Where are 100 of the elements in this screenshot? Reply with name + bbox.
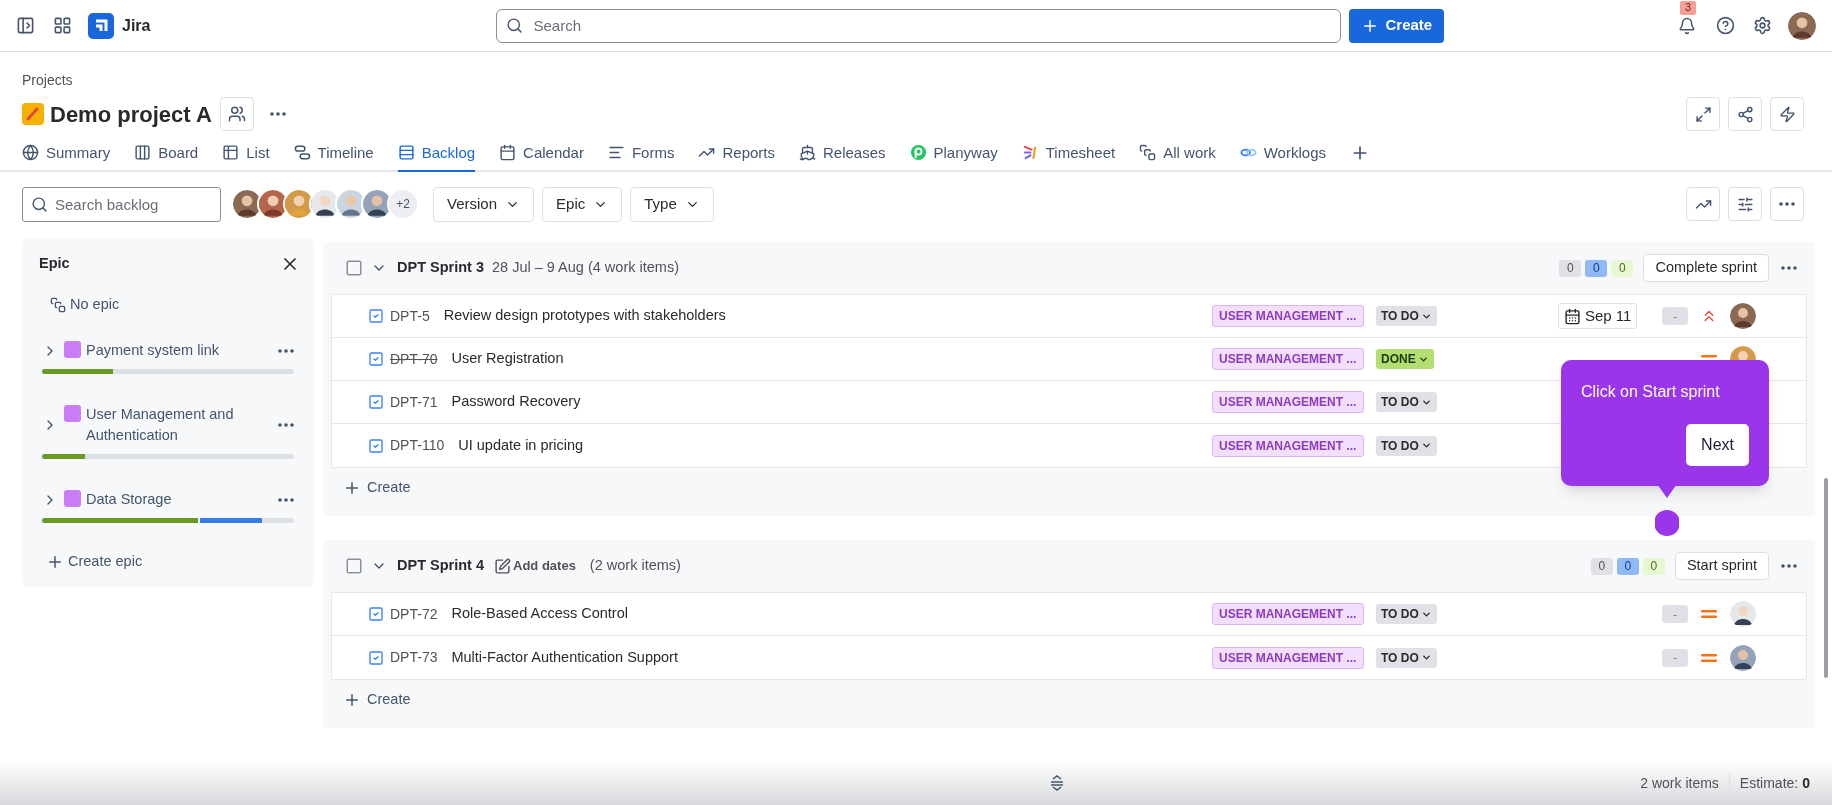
more-icon[interactable] bbox=[278, 497, 294, 502]
work-item-summary[interactable]: UI update in pricing bbox=[458, 434, 1212, 457]
due-date-button[interactable]: Sep 11 bbox=[1558, 303, 1638, 329]
sprint-item-count: (4 work items) bbox=[587, 258, 679, 278]
status-dropdown[interactable]: TO DO bbox=[1376, 647, 1437, 668]
nav-tab[interactable]: Worklogs bbox=[1239, 141, 1326, 172]
work-item-key[interactable]: DPT-73 bbox=[390, 647, 438, 668]
sprint-checkbox[interactable] bbox=[345, 259, 363, 277]
filter-dropdown[interactable]: Epic bbox=[542, 186, 623, 222]
filter-dropdown[interactable]: Version bbox=[433, 186, 535, 222]
create-work-item-button[interactable]: Create bbox=[331, 468, 411, 508]
task-type-icon bbox=[368, 351, 384, 367]
notification-count: 3 bbox=[1680, 0, 1697, 15]
work-item-key[interactable]: DPT-110 bbox=[390, 435, 445, 456]
help-icon[interactable] bbox=[1716, 16, 1735, 35]
epic-name[interactable]: Payment system link bbox=[86, 340, 219, 361]
sprint-name[interactable]: DPT Sprint 3 bbox=[397, 257, 484, 279]
epic-label[interactable]: USER MANAGEMENT ... bbox=[1212, 434, 1364, 457]
insights-button[interactable] bbox=[1686, 187, 1720, 221]
nav-tab[interactable]: Reports bbox=[698, 141, 775, 172]
epic-label[interactable]: USER MANAGEMENT ... bbox=[1212, 603, 1364, 625]
nav-tab[interactable]: All work bbox=[1139, 141, 1216, 172]
more-button[interactable] bbox=[1770, 187, 1804, 221]
nav-tab[interactable]: Releases bbox=[799, 141, 886, 172]
nav-tab[interactable]: Calendar bbox=[499, 141, 584, 172]
epic-label[interactable]: USER MANAGEMENT ... bbox=[1212, 646, 1364, 669]
story-points-badge: 0 bbox=[1590, 557, 1613, 575]
no-epic-filter[interactable]: No epic bbox=[70, 294, 120, 316]
status-dropdown[interactable]: DONE bbox=[1376, 349, 1434, 369]
create-button[interactable]: Create bbox=[1349, 8, 1445, 43]
automation-button[interactable] bbox=[1770, 97, 1804, 131]
app-name[interactable]: Jira bbox=[122, 13, 151, 38]
task-type-icon bbox=[368, 606, 384, 622]
search-field[interactable]: Search bbox=[496, 8, 1342, 43]
status-dropdown[interactable]: TO DO bbox=[1376, 392, 1437, 412]
more-icon[interactable] bbox=[1781, 564, 1797, 568]
work-item-key[interactable]: DPT-5 bbox=[390, 305, 430, 327]
epic-name[interactable]: Data Storage bbox=[86, 489, 172, 510]
resize-handle-icon[interactable] bbox=[1048, 774, 1066, 792]
nav-tab[interactable]: Summary bbox=[22, 141, 111, 172]
edit-icon bbox=[494, 557, 511, 575]
work-item-summary[interactable]: User Registration bbox=[451, 348, 1212, 370]
epic-label[interactable]: USER MANAGEMENT ... bbox=[1212, 391, 1364, 413]
share-button[interactable] bbox=[1728, 97, 1762, 131]
work-item-summary[interactable]: Password Recovery bbox=[451, 391, 1212, 413]
ship-icon bbox=[799, 144, 816, 162]
sprint-name[interactable]: DPT Sprint 4 bbox=[397, 555, 484, 577]
more-people-count[interactable]: +2 bbox=[389, 190, 417, 218]
backlog-search-field[interactable]: Search backlog bbox=[22, 186, 221, 222]
work-item-summary[interactable]: Review design prototypes with stakeholders bbox=[443, 305, 1212, 327]
status-dropdown[interactable]: TO DO bbox=[1376, 435, 1437, 456]
create-work-item-button[interactable]: Create bbox=[331, 680, 411, 720]
estimate-badge[interactable]: - bbox=[1662, 307, 1688, 325]
project-icon[interactable] bbox=[22, 103, 44, 125]
assignee-avatar bbox=[1730, 644, 1756, 671]
work-item-key[interactable]: DPT-71 bbox=[390, 391, 438, 413]
work-item-key[interactable]: DPT-72 bbox=[390, 603, 438, 625]
nav-tab[interactable]: Backlog bbox=[397, 141, 476, 172]
breadcrumb-link[interactable]: Projects bbox=[22, 72, 73, 88]
work-item-summary[interactable]: Multi-Factor Authentication Support bbox=[451, 646, 1212, 669]
add-dates-button[interactable]: Add dates bbox=[494, 556, 576, 576]
sprint-action-button[interactable]: Start sprint bbox=[1674, 552, 1769, 580]
globe-icon bbox=[22, 144, 39, 162]
work-item-summary[interactable]: Role-Based Access Control bbox=[451, 603, 1212, 625]
team-button[interactable] bbox=[219, 97, 254, 131]
more-icon[interactable] bbox=[1781, 266, 1797, 270]
status-dropdown[interactable]: TO DO bbox=[1376, 306, 1437, 326]
epic-label[interactable]: USER MANAGEMENT ... bbox=[1212, 348, 1364, 370]
work-item-key[interactable]: DPT-70 bbox=[390, 348, 438, 370]
epic-label[interactable]: USER MANAGEMENT ... bbox=[1212, 305, 1364, 327]
sprint-action-button[interactable]: Complete sprint bbox=[1643, 254, 1769, 282]
story-points-badge: 0 bbox=[1642, 557, 1665, 575]
filter-dropdown[interactable]: Type bbox=[630, 186, 714, 222]
create-epic-button[interactable]: Create epic bbox=[46, 547, 143, 577]
settings-icon[interactable] bbox=[1753, 16, 1772, 35]
next-button[interactable]: Next bbox=[1686, 424, 1749, 466]
nav-tab[interactable]: Forms bbox=[607, 141, 675, 172]
more-icon[interactable] bbox=[278, 348, 294, 353]
nav-tab[interactable]: Timeline bbox=[293, 141, 374, 172]
nav-tab[interactable]: Planyway bbox=[909, 141, 998, 172]
nav-tab[interactable]: Timesheet bbox=[1021, 141, 1116, 172]
fullscreen-button[interactable] bbox=[1686, 97, 1720, 131]
estimate-badge[interactable]: - bbox=[1662, 648, 1688, 667]
epic-name[interactable]: User Management and Authentication bbox=[86, 404, 270, 446]
notifications-icon[interactable] bbox=[1678, 16, 1696, 35]
nav-tab[interactable]: List bbox=[222, 141, 270, 172]
app-switcher-icon[interactable] bbox=[53, 16, 72, 35]
expand-icon bbox=[1694, 105, 1712, 123]
more-icon[interactable] bbox=[278, 423, 294, 427]
status-dropdown[interactable]: TO DO bbox=[1376, 604, 1437, 624]
story-points-badge: 0 bbox=[1611, 259, 1634, 277]
more-icon[interactable] bbox=[269, 112, 286, 116]
scrollbar[interactable] bbox=[1824, 478, 1828, 678]
project-title: Demo project A bbox=[50, 100, 212, 129]
estimate-badge[interactable]: - bbox=[1662, 605, 1688, 623]
sidebar-toggle-icon[interactable] bbox=[16, 16, 35, 35]
sprint-checkbox[interactable] bbox=[345, 557, 363, 575]
jira-logo-icon[interactable] bbox=[88, 12, 114, 39]
nav-tab[interactable]: Board bbox=[134, 141, 199, 172]
view-settings-button[interactable] bbox=[1728, 187, 1762, 221]
